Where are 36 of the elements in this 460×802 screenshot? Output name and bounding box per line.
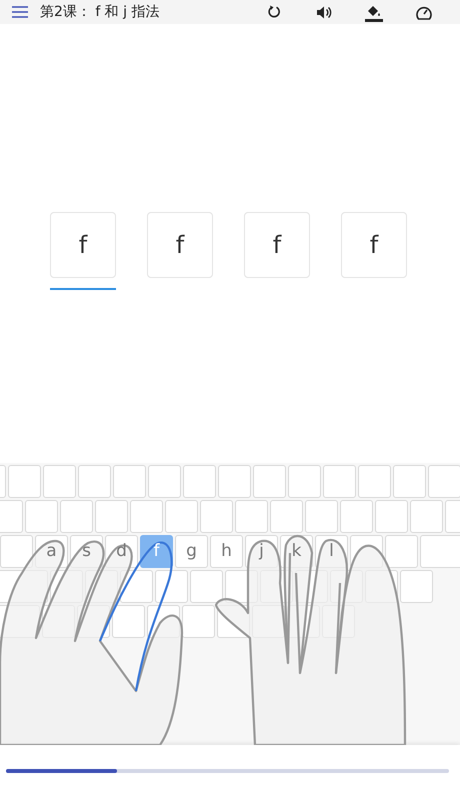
keyboard-key <box>25 500 58 533</box>
keyboard-key <box>112 605 145 638</box>
key-label: a <box>46 540 57 563</box>
key-label: k <box>292 540 302 563</box>
menu-icon <box>12 6 28 18</box>
keyboard-key <box>155 570 188 603</box>
keyboard-key <box>182 605 215 638</box>
gauge-icon <box>416 4 432 20</box>
key-label: g <box>186 540 197 563</box>
keyboard-key <box>235 500 268 533</box>
keyboard-key <box>190 570 223 603</box>
lesson-title: 第2课： f 和 j 指法 <box>40 3 160 22</box>
keyboard-key <box>375 500 408 533</box>
keyboard-key <box>200 500 233 533</box>
keyboard-key <box>385 535 418 568</box>
keyboard-key <box>130 500 163 533</box>
letter-card: f <box>50 212 116 278</box>
letter-card: f <box>244 212 310 278</box>
key-label: f <box>154 540 160 563</box>
letter-card: f <box>147 212 213 278</box>
key-label: h <box>221 540 232 563</box>
keyboard-key <box>270 500 303 533</box>
keyboard-key <box>305 500 338 533</box>
keyboard-key <box>60 500 93 533</box>
keyboard-key <box>165 500 198 533</box>
keyboard-key <box>340 500 373 533</box>
keyboard-key <box>95 500 128 533</box>
speaker-icon <box>316 6 332 18</box>
key-label: s <box>82 540 91 563</box>
keyboard-key <box>400 570 433 603</box>
key-label: d <box>116 540 127 563</box>
refresh-icon <box>267 5 281 19</box>
keyboard-key <box>410 500 443 533</box>
letter-card: f <box>341 212 407 278</box>
key-label: l <box>329 540 334 563</box>
key-label: j <box>259 540 264 563</box>
